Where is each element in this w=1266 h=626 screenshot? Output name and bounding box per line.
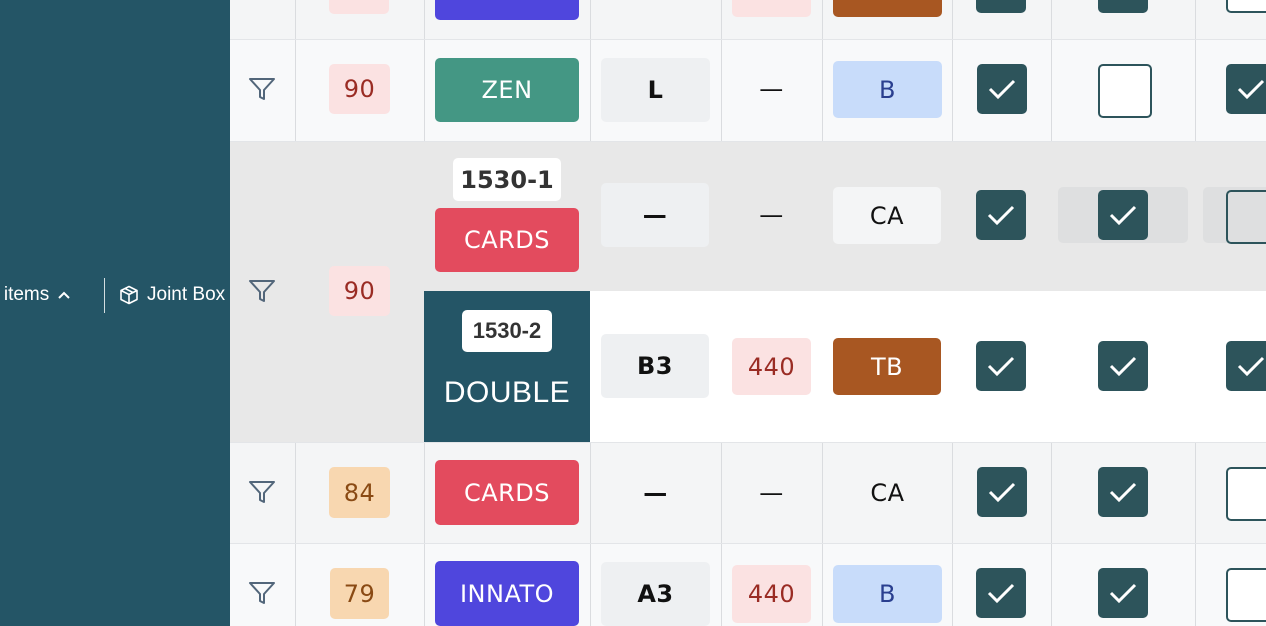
checkbox-checked[interactable] [976,190,1026,240]
items-toggle[interactable]: 2 items [0,280,71,310]
filter-icon[interactable] [247,477,277,507]
row-divider [230,141,1266,142]
box-icon [120,285,138,305]
col4-value: — [759,75,784,103]
checkbox-checked[interactable] [1098,568,1148,618]
col-divider [721,0,722,141]
col4-value: — [759,201,784,229]
col5-badge: B [833,565,942,623]
check-icon [1109,583,1137,604]
checkbox-unchecked[interactable] [1226,467,1266,521]
sidebar [0,0,230,626]
partial-label [435,0,579,20]
checkbox-unchecked[interactable] [1226,568,1266,622]
checkbox-unchecked[interactable] [1226,190,1266,244]
partial-checkbox[interactable] [976,0,1026,13]
col4-value: — [759,478,784,507]
col-divider [1195,0,1196,141]
col-divider [424,442,425,626]
partial-number-badge [329,0,389,14]
check-icon [987,583,1015,604]
label-zen[interactable]: ZEN [435,58,579,122]
col5-value: CA [870,478,905,507]
partial-value-badge [732,0,811,17]
col-divider [424,0,425,141]
row-divider [230,543,1266,544]
col-divider [590,442,591,626]
col4-badge: 440 [732,338,811,395]
sidebar-divider [104,278,105,313]
checkbox-checked[interactable] [1226,64,1266,114]
filter-icon[interactable] [247,74,277,104]
col5-badge: TB [833,338,941,395]
label-double[interactable]: DOUBLE [435,366,579,420]
filter-icon[interactable] [247,578,277,608]
items-count-label: 2 items [0,284,50,305]
check-icon [1237,356,1265,377]
row-divider [230,39,1266,40]
col-divider [590,0,591,141]
checkbox-checked[interactable] [1226,341,1266,391]
row-divider [230,442,1266,443]
check-icon [1109,205,1137,226]
checkbox-checked[interactable] [977,467,1027,517]
checkbox-unchecked[interactable] [1098,64,1152,118]
table-area: 90 ZEN L — B 90 1530-1 CARDS — — CA 1530… [230,0,1266,626]
col3-value: — [601,183,709,247]
checkbox-checked[interactable] [1098,467,1148,517]
number-badge: 90 [329,266,390,316]
partial-checkbox[interactable] [1098,0,1148,13]
item-tag: 1530-2 [462,310,552,352]
check-icon [988,482,1016,503]
number-badge: 90 [329,64,390,114]
col5-badge: B [833,61,942,118]
col-divider [952,442,953,626]
col-divider [952,0,953,141]
chevron-up-icon [58,291,70,299]
col-divider [295,0,296,141]
col4-badge: 440 [732,565,811,623]
check-icon [987,356,1015,377]
checkbox-checked[interactable] [1098,190,1148,240]
col-divider [1051,442,1052,626]
label-cards[interactable]: CARDS [435,460,579,525]
col-divider [1195,442,1196,626]
checkbox-checked[interactable] [977,64,1027,114]
col3-value: L [601,58,710,122]
col-divider [1051,0,1052,141]
partial-tb-badge [833,0,942,17]
joint-box-button[interactable]: Joint Box [119,280,225,310]
check-icon [988,79,1016,100]
item-tag: 1530-1 [453,158,561,201]
col3-value: A3 [601,562,710,626]
col-divider [721,442,722,626]
joint-box-label: Joint Box [147,284,226,305]
filter-icon[interactable] [247,276,277,306]
number-badge: 79 [330,568,389,619]
col-divider [295,442,296,626]
partial-checkbox[interactable] [1226,0,1266,13]
check-icon [1109,482,1137,503]
col-divider [822,0,823,141]
label-innato[interactable]: INNATO [435,561,579,626]
col3-value: — [643,478,668,507]
checkbox-checked[interactable] [976,568,1026,618]
check-icon [987,205,1015,226]
check-icon [1237,79,1265,100]
number-badge: 84 [329,467,390,518]
col3-value: B3 [601,334,709,398]
checkbox-checked[interactable] [976,341,1026,391]
checkbox-checked[interactable] [1098,341,1148,391]
col-divider [822,442,823,626]
col5-value: CA [833,187,941,244]
label-cards[interactable]: CARDS [435,208,579,272]
check-icon [1109,356,1137,377]
